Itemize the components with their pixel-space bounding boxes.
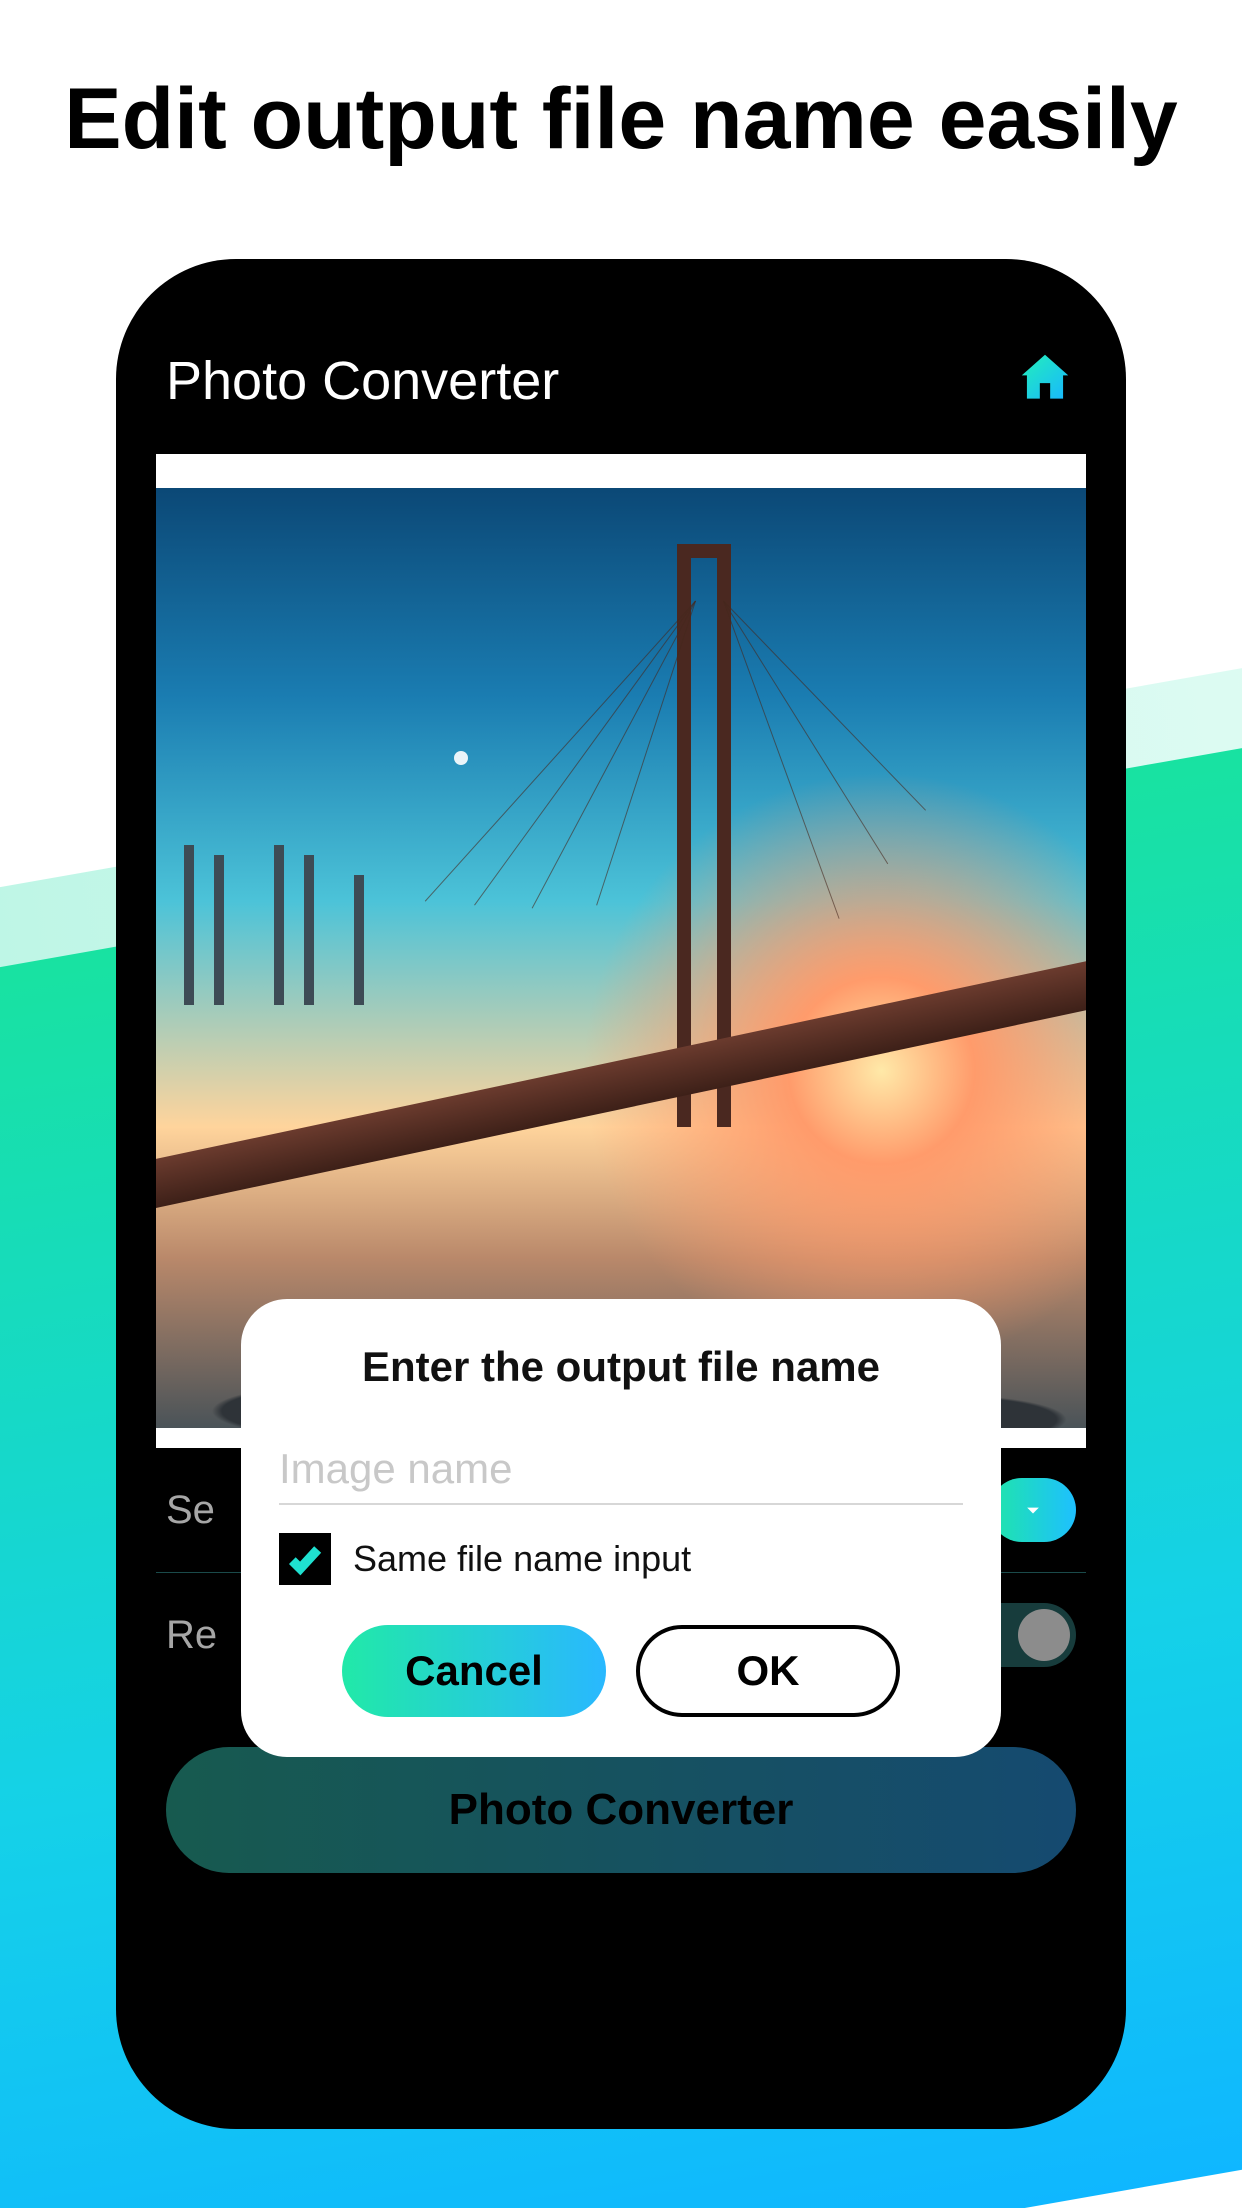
app-header: Photo Converter bbox=[156, 319, 1086, 454]
ok-button-label: OK bbox=[737, 1647, 800, 1695]
same-name-checkbox[interactable] bbox=[279, 1533, 331, 1585]
modal-title: Enter the output file name bbox=[279, 1343, 963, 1391]
same-name-checkbox-label: Same file name input bbox=[353, 1538, 691, 1580]
home-icon[interactable] bbox=[1014, 347, 1076, 414]
cancel-button-label: Cancel bbox=[405, 1647, 543, 1695]
replace-label: Re bbox=[166, 1613, 217, 1658]
phone-frame: Photo Converter bbox=[116, 259, 1126, 2129]
convert-button-label: Photo Converter bbox=[449, 1785, 794, 1835]
chevron-down-icon bbox=[1019, 1496, 1047, 1524]
convert-button[interactable]: Photo Converter bbox=[166, 1747, 1076, 1873]
toggle-knob bbox=[1018, 1609, 1070, 1661]
preview-photo bbox=[156, 488, 1086, 1428]
app-title: Photo Converter bbox=[166, 350, 559, 412]
filename-input[interactable] bbox=[279, 1435, 963, 1505]
filename-modal: Enter the output file name Same file nam… bbox=[241, 1299, 1001, 1757]
cancel-button[interactable]: Cancel bbox=[342, 1625, 606, 1717]
marketing-headline: Edit output file name easily bbox=[0, 0, 1242, 169]
ok-button[interactable]: OK bbox=[636, 1625, 900, 1717]
select-format-label: Se bbox=[166, 1488, 215, 1533]
format-dropdown-button[interactable] bbox=[990, 1478, 1076, 1542]
check-icon bbox=[286, 1540, 324, 1578]
